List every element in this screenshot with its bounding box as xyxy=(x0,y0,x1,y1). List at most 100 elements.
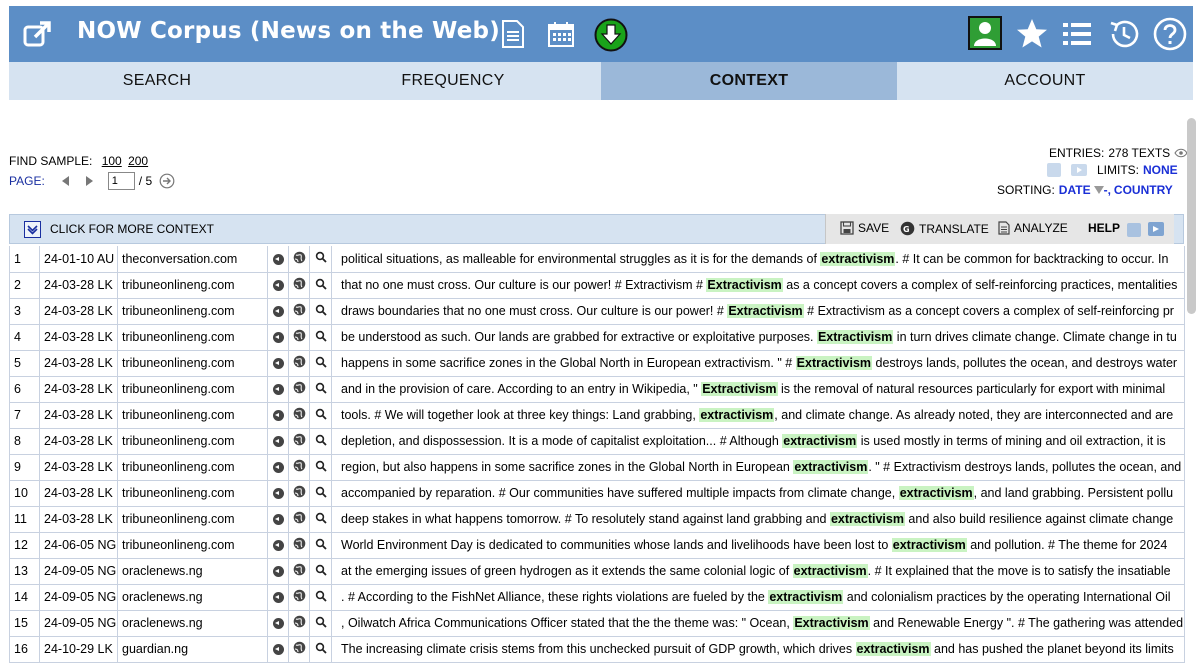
keyword-match[interactable]: Extractivism xyxy=(701,382,778,396)
row-source[interactable]: tribuneonlineng.com xyxy=(117,480,268,507)
search-icon[interactable] xyxy=(309,324,332,351)
row-source[interactable]: tribuneonlineng.com xyxy=(117,506,268,533)
history-icon[interactable] xyxy=(1107,17,1141,51)
download-icon[interactable] xyxy=(594,18,628,52)
search-icon[interactable] xyxy=(309,584,332,611)
search-icon[interactable] xyxy=(309,454,332,481)
prev-page-icon[interactable] xyxy=(61,176,69,186)
limits-play-icon[interactable] xyxy=(1071,164,1087,176)
keyword-match[interactable]: Extractivism xyxy=(793,616,870,630)
more-context-label[interactable]: CLICK FOR MORE CONTEXT xyxy=(50,222,214,236)
row-source[interactable]: tribuneonlineng.com xyxy=(117,428,268,455)
search-icon[interactable] xyxy=(309,246,332,273)
search-icon[interactable] xyxy=(309,610,332,637)
row-source[interactable]: guardian.ng xyxy=(117,636,268,663)
sorting-country[interactable]: COUNTRY xyxy=(1114,183,1173,197)
table-row[interactable]: 5 24-03-28 LK tribuneonlineng.com happens i… xyxy=(9,350,1185,377)
search-icon[interactable] xyxy=(309,636,332,663)
globe-icon[interactable] xyxy=(288,610,310,637)
row-source[interactable]: oraclenews.ng xyxy=(117,558,268,585)
table-row[interactable]: 2 24-03-28 LK tribuneonlineng.com that no o… xyxy=(9,272,1185,299)
search-icon[interactable] xyxy=(309,350,332,377)
globe-icon[interactable] xyxy=(288,402,310,429)
globe-icon[interactable] xyxy=(288,376,310,403)
globe-icon[interactable] xyxy=(288,350,310,377)
row-source[interactable]: tribuneonlineng.com xyxy=(117,402,268,429)
globe-icon[interactable] xyxy=(288,454,310,481)
audio-icon[interactable] xyxy=(267,246,289,273)
keyword-match[interactable]: extractivism xyxy=(768,590,844,604)
table-row[interactable]: 6 24-03-28 LK tribuneonlineng.com and in th… xyxy=(9,376,1185,403)
help-video-icon[interactable] xyxy=(1148,222,1164,236)
globe-icon[interactable] xyxy=(288,558,310,585)
audio-icon[interactable] xyxy=(267,298,289,325)
globe-icon[interactable] xyxy=(288,532,310,559)
vertical-scrollbar[interactable] xyxy=(1187,118,1196,314)
save-button[interactable]: SAVE xyxy=(840,221,889,235)
tab-context[interactable]: CONTEXT xyxy=(601,62,897,100)
audio-icon[interactable] xyxy=(267,428,289,455)
help-link[interactable]: HELP xyxy=(1088,221,1120,235)
table-row[interactable]: 4 24-03-28 LK tribuneonlineng.com be unders… xyxy=(9,324,1185,351)
table-row[interactable]: 16 24-10-29 LK guardian.ng The increasing c… xyxy=(9,636,1185,663)
sorting-date[interactable]: DATE xyxy=(1059,183,1091,197)
row-source[interactable]: theconversation.com xyxy=(117,246,268,273)
keyword-match[interactable]: Extractivism xyxy=(816,330,894,344)
tab-account[interactable]: ACCOUNT xyxy=(897,62,1193,100)
keyword-match[interactable]: extractivism xyxy=(782,434,858,448)
audio-icon[interactable] xyxy=(267,402,289,429)
keyword-match[interactable]: Extractivism xyxy=(795,356,873,370)
audio-icon[interactable] xyxy=(267,324,289,351)
limits-doc-icon[interactable] xyxy=(1047,163,1061,177)
user-icon[interactable] xyxy=(968,16,1002,50)
row-source[interactable]: tribuneonlineng.com xyxy=(117,350,268,377)
audio-icon[interactable] xyxy=(267,506,289,533)
search-icon[interactable] xyxy=(309,272,332,299)
globe-icon[interactable] xyxy=(288,272,310,299)
table-row[interactable]: 13 24-09-05 NG oraclenews.ng at the emergin… xyxy=(9,558,1185,585)
search-icon[interactable] xyxy=(309,298,332,325)
table-row[interactable]: 10 24-03-28 LK tribuneonlineng.com accompan… xyxy=(9,480,1185,507)
external-link-icon[interactable] xyxy=(23,19,53,49)
keyword-match[interactable]: Extractivism xyxy=(727,304,804,318)
table-row[interactable]: 9 24-03-28 LK tribuneonlineng.com region, b… xyxy=(9,454,1185,481)
row-source[interactable]: tribuneonlineng.com xyxy=(117,376,268,403)
sort-down-icon[interactable] xyxy=(1093,186,1104,194)
keyword-match[interactable]: extractivism xyxy=(829,512,905,526)
go-page-icon[interactable] xyxy=(159,173,175,189)
search-icon[interactable] xyxy=(309,558,332,585)
sample-100-link[interactable]: 100 xyxy=(102,154,122,168)
row-source[interactable]: tribuneonlineng.com xyxy=(117,532,268,559)
table-row[interactable]: 15 24-09-05 NG oraclenews.ng , Oilwatch Afr… xyxy=(9,610,1185,637)
table-row[interactable]: 8 24-03-28 LK tribuneonlineng.com depletion… xyxy=(9,428,1185,455)
row-source[interactable]: tribuneonlineng.com xyxy=(117,454,268,481)
table-row[interactable]: 3 24-03-28 LK tribuneonlineng.com draws bou… xyxy=(9,298,1185,325)
row-source[interactable]: oraclenews.ng xyxy=(117,610,268,637)
search-icon[interactable] xyxy=(309,376,332,403)
keyword-match[interactable]: extractivism xyxy=(820,251,896,266)
globe-icon[interactable] xyxy=(288,324,310,351)
limits-value[interactable]: NONE xyxy=(1143,163,1178,177)
search-icon[interactable] xyxy=(309,402,332,429)
list-icon[interactable] xyxy=(1062,19,1092,49)
audio-icon[interactable] xyxy=(267,558,289,585)
row-source[interactable]: tribuneonlineng.com xyxy=(117,272,268,299)
table-row[interactable]: 12 24-06-05 NG tribuneonlineng.com World En… xyxy=(9,532,1185,559)
keyword-match[interactable]: extractivism xyxy=(891,538,967,552)
keyword-match[interactable]: extractivism xyxy=(898,486,974,500)
keyword-match[interactable]: Extractivism xyxy=(706,278,783,292)
tab-search[interactable]: SEARCH xyxy=(9,62,305,100)
globe-icon[interactable] xyxy=(288,506,310,533)
keyword-match[interactable]: extractivism xyxy=(793,460,869,474)
keyword-match[interactable]: extractivism xyxy=(855,642,931,656)
audio-icon[interactable] xyxy=(267,376,289,403)
row-source[interactable]: tribuneonlineng.com xyxy=(117,324,268,351)
help-icon[interactable] xyxy=(1153,17,1187,51)
search-icon[interactable] xyxy=(309,428,332,455)
globe-icon[interactable] xyxy=(288,246,310,273)
table-row[interactable]: 11 24-03-28 LK tribuneonlineng.com deep sta… xyxy=(9,506,1185,533)
expand-context-icon[interactable] xyxy=(24,221,41,238)
tab-frequency[interactable]: FREQUENCY xyxy=(305,62,601,100)
audio-icon[interactable] xyxy=(267,272,289,299)
translate-button[interactable]: G TRANSLATE xyxy=(900,221,989,236)
